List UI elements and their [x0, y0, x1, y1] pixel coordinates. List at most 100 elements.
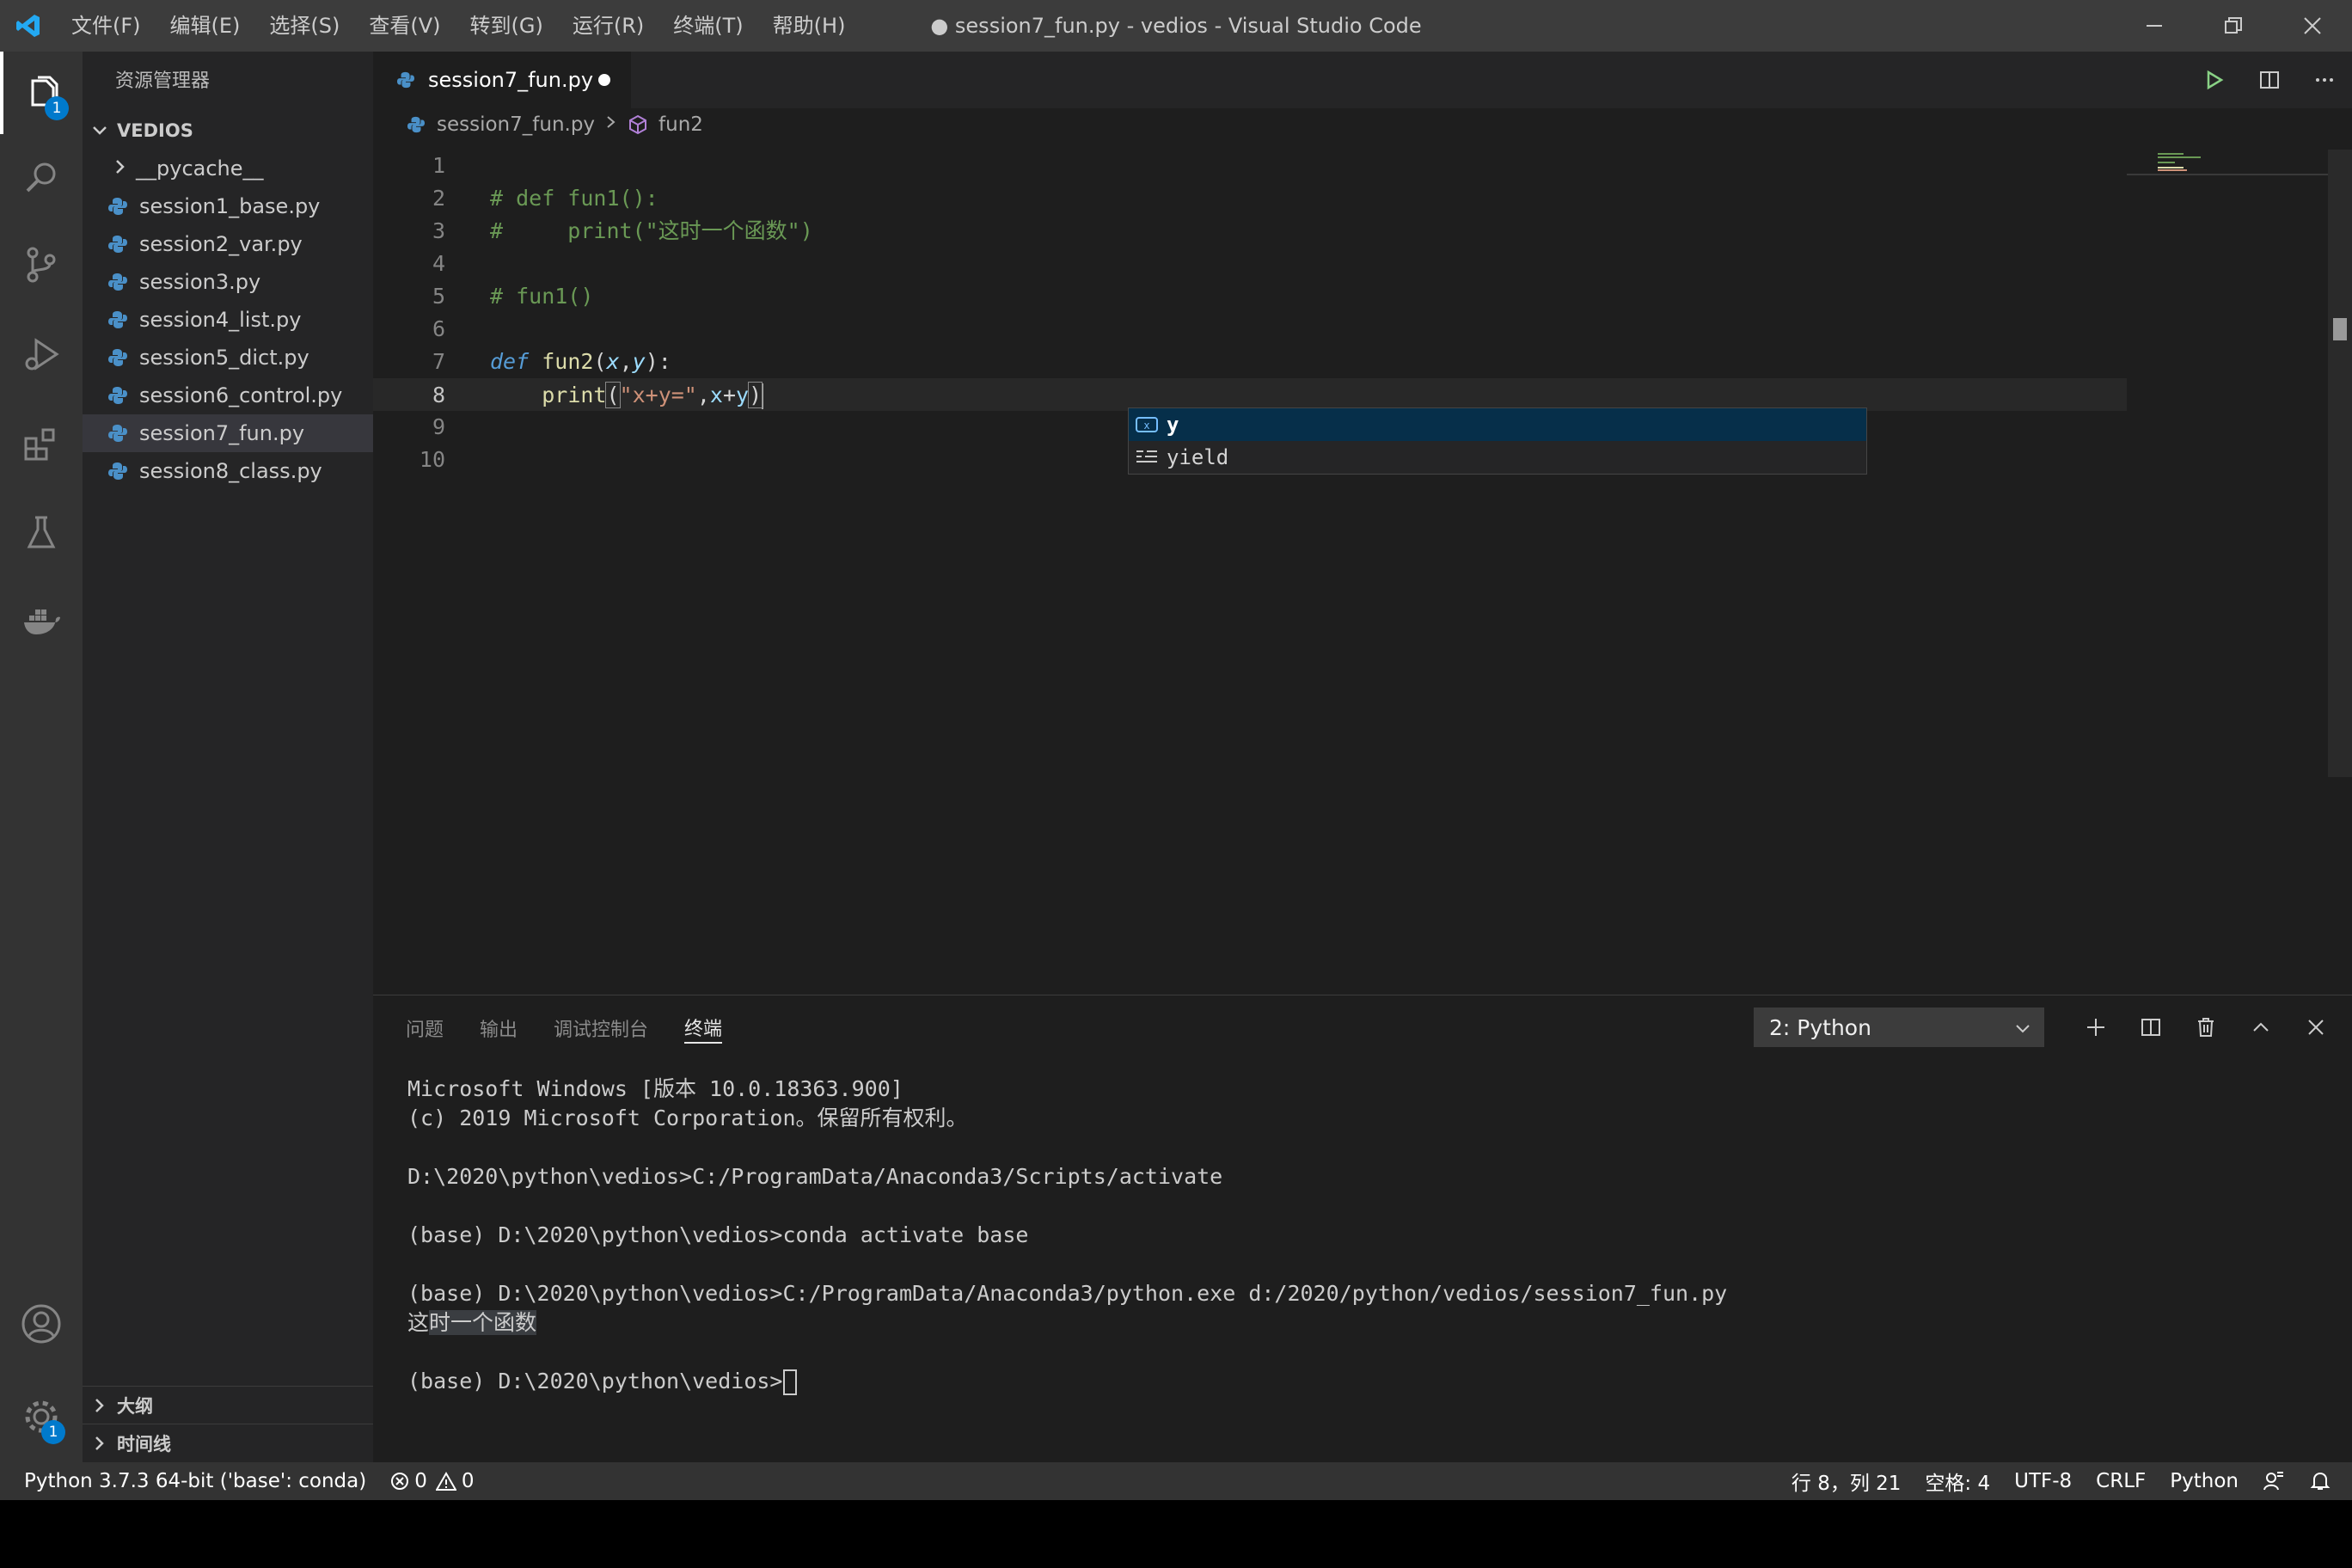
- account-button[interactable]: [0, 1283, 83, 1365]
- minimap[interactable]: [2127, 150, 2352, 995]
- maximize-panel-button[interactable]: [2233, 1004, 2288, 1050]
- tree-item-file[interactable]: session2_var.py: [83, 225, 373, 263]
- explorer-button[interactable]: 1: [0, 52, 83, 134]
- tab-terminal[interactable]: 终端: [684, 1013, 723, 1044]
- kill-terminal-button[interactable]: [2178, 1004, 2233, 1050]
- encoding-status[interactable]: UTF-8: [2002, 1462, 2084, 1500]
- menu-edit[interactable]: 编辑(E): [156, 0, 255, 52]
- search-button[interactable]: [0, 134, 83, 220]
- docker-button[interactable]: [0, 581, 83, 664]
- code-line: 2 # def fun1():: [373, 182, 2127, 215]
- testing-button[interactable]: [0, 492, 83, 574]
- tree-item-folder[interactable]: __pycache__: [83, 150, 373, 187]
- run-python-file-button[interactable]: [2187, 52, 2242, 108]
- settings-button[interactable]: 1: [0, 1375, 83, 1458]
- keyword-def: def: [490, 349, 530, 374]
- python-file-icon: [108, 387, 127, 404]
- restore-button[interactable]: [2194, 0, 2273, 52]
- indentation-status[interactable]: 空格: 4: [1913, 1462, 2002, 1500]
- run-debug-icon: [25, 338, 59, 371]
- tree-item-label: session5_dict.py: [139, 346, 309, 370]
- source-control-icon: [27, 247, 56, 283]
- code-line-current: 8 print("x+y=",x+y): [373, 378, 2127, 411]
- terminal-blank: [407, 1250, 1727, 1279]
- tree-item-file[interactable]: session6_control.py: [83, 377, 373, 414]
- tab-label: session7_fun.py: [428, 68, 594, 92]
- menu-go[interactable]: 转到(G): [456, 0, 558, 52]
- breadcrumb-file[interactable]: session7_fun.py: [437, 113, 595, 136]
- outline-label: 大纲: [117, 1395, 153, 1417]
- tree-item-file[interactable]: session8_class.py: [83, 452, 373, 490]
- terminal-selection: 时一个函数: [429, 1310, 537, 1335]
- more-actions-button[interactable]: [2297, 52, 2352, 108]
- eol-status[interactable]: CRLF: [2084, 1462, 2158, 1500]
- folder-name: VEDIOS: [117, 120, 193, 141]
- tab-output[interactable]: 输出: [480, 995, 518, 1061]
- code-text: print("x+y=",x+y): [542, 382, 764, 409]
- account-icon: [21, 1304, 61, 1344]
- language-mode-status[interactable]: Python: [2158, 1462, 2251, 1500]
- suggest-item[interactable]: yield: [1129, 441, 1866, 474]
- split-editor-button[interactable]: [2242, 52, 2297, 108]
- run-debug-button[interactable]: [0, 313, 83, 395]
- editor-scrollbar[interactable]: [2328, 150, 2352, 777]
- bottom-panel: 问题 输出 调试控制台 终端 2: Python Microsoft Windo…: [373, 995, 2352, 1462]
- extensions-button[interactable]: [0, 402, 83, 485]
- python-file-icon: [108, 462, 127, 480]
- unsaved-dot-icon[interactable]: [598, 74, 610, 86]
- terminal-line: (base) D:\2020\python\vedios>conda activ…: [407, 1222, 1029, 1247]
- timeline-label: 时间线: [117, 1433, 171, 1455]
- code-line: 3 # print("这时一个函数"): [373, 215, 2127, 248]
- tree-item-file[interactable]: session5_dict.py: [83, 339, 373, 377]
- tab-problems[interactable]: 问题: [406, 995, 444, 1061]
- tab-session7-fun[interactable]: session7_fun.py: [373, 52, 631, 108]
- menu-view[interactable]: 查看(V): [354, 0, 455, 52]
- terminal-output[interactable]: Microsoft Windows [版本 10.0.18363.900] (c…: [407, 1075, 1727, 1396]
- minimize-button[interactable]: [2115, 0, 2194, 52]
- problems-status[interactable]: 0 0: [378, 1462, 486, 1500]
- code-text: # print("这时一个函数"): [490, 218, 813, 243]
- split-terminal-button[interactable]: [2123, 1004, 2178, 1050]
- keyword-icon: [1134, 445, 1160, 469]
- code-text: # def fun1():: [490, 186, 658, 211]
- status-bar: Python 3.7.3 64-bit ('base': conda) 0 0 …: [0, 1462, 2352, 1500]
- close-window-button[interactable]: [2273, 0, 2352, 52]
- editor-area: session7_fun.py session7_fun.py fun2 1 2…: [373, 52, 2352, 995]
- vscode-logo-icon: [0, 0, 57, 52]
- warning-count: 0: [461, 1470, 475, 1492]
- timeline-section-header[interactable]: 时间线: [83, 1424, 373, 1461]
- menu-help[interactable]: 帮助(H): [758, 0, 861, 52]
- tree-item-file[interactable]: session3.py: [83, 263, 373, 301]
- param-x: x: [606, 349, 620, 374]
- cursor-position-status[interactable]: 行 8，列 21: [1779, 1462, 1914, 1500]
- settings-badge: 1: [41, 1420, 65, 1444]
- close-panel-button[interactable]: [2288, 1004, 2343, 1050]
- folder-header-vedios[interactable]: VEDIOS: [83, 112, 373, 150]
- menu-terminal[interactable]: 终端(T): [658, 0, 757, 52]
- python-file-icon: [397, 71, 414, 89]
- python-interpreter-status[interactable]: Python 3.7.3 64-bit ('base': conda): [0, 1462, 378, 1500]
- tree-item-file-selected[interactable]: session7_fun.py: [83, 414, 373, 452]
- new-terminal-button[interactable]: [2068, 1004, 2123, 1050]
- tree-item-file[interactable]: session4_list.py: [83, 301, 373, 339]
- feedback-button[interactable]: [2251, 1462, 2297, 1500]
- menu-file[interactable]: 文件(F): [57, 0, 156, 52]
- source-control-button[interactable]: [0, 224, 83, 306]
- outline-section-header[interactable]: 大纲: [83, 1386, 373, 1424]
- tree-item-file[interactable]: session1_base.py: [83, 187, 373, 225]
- terminal-select-dropdown[interactable]: 2: Python: [1754, 1008, 2044, 1047]
- suggest-item-selected[interactable]: x y: [1129, 408, 1866, 441]
- menu-selection[interactable]: 选择(S): [254, 0, 354, 52]
- extensions-icon: [24, 428, 55, 461]
- menu-run[interactable]: 运行(R): [558, 0, 658, 52]
- plus-icon: [2087, 1019, 2104, 1036]
- chevron-up-icon: [2253, 1022, 2269, 1032]
- tab-debug-console[interactable]: 调试控制台: [554, 995, 648, 1061]
- panel-actions: [2068, 1004, 2343, 1050]
- tree-item-label: session2_var.py: [139, 232, 303, 256]
- notifications-button[interactable]: [2297, 1462, 2352, 1500]
- terminal-cursor: [782, 1369, 797, 1395]
- menu-bar: 文件(F) 编辑(E) 选择(S) 查看(V) 转到(G) 运行(R) 终端(T…: [57, 0, 860, 52]
- breadcrumb-symbol[interactable]: fun2: [658, 113, 703, 136]
- warning-icon: [435, 1472, 456, 1491]
